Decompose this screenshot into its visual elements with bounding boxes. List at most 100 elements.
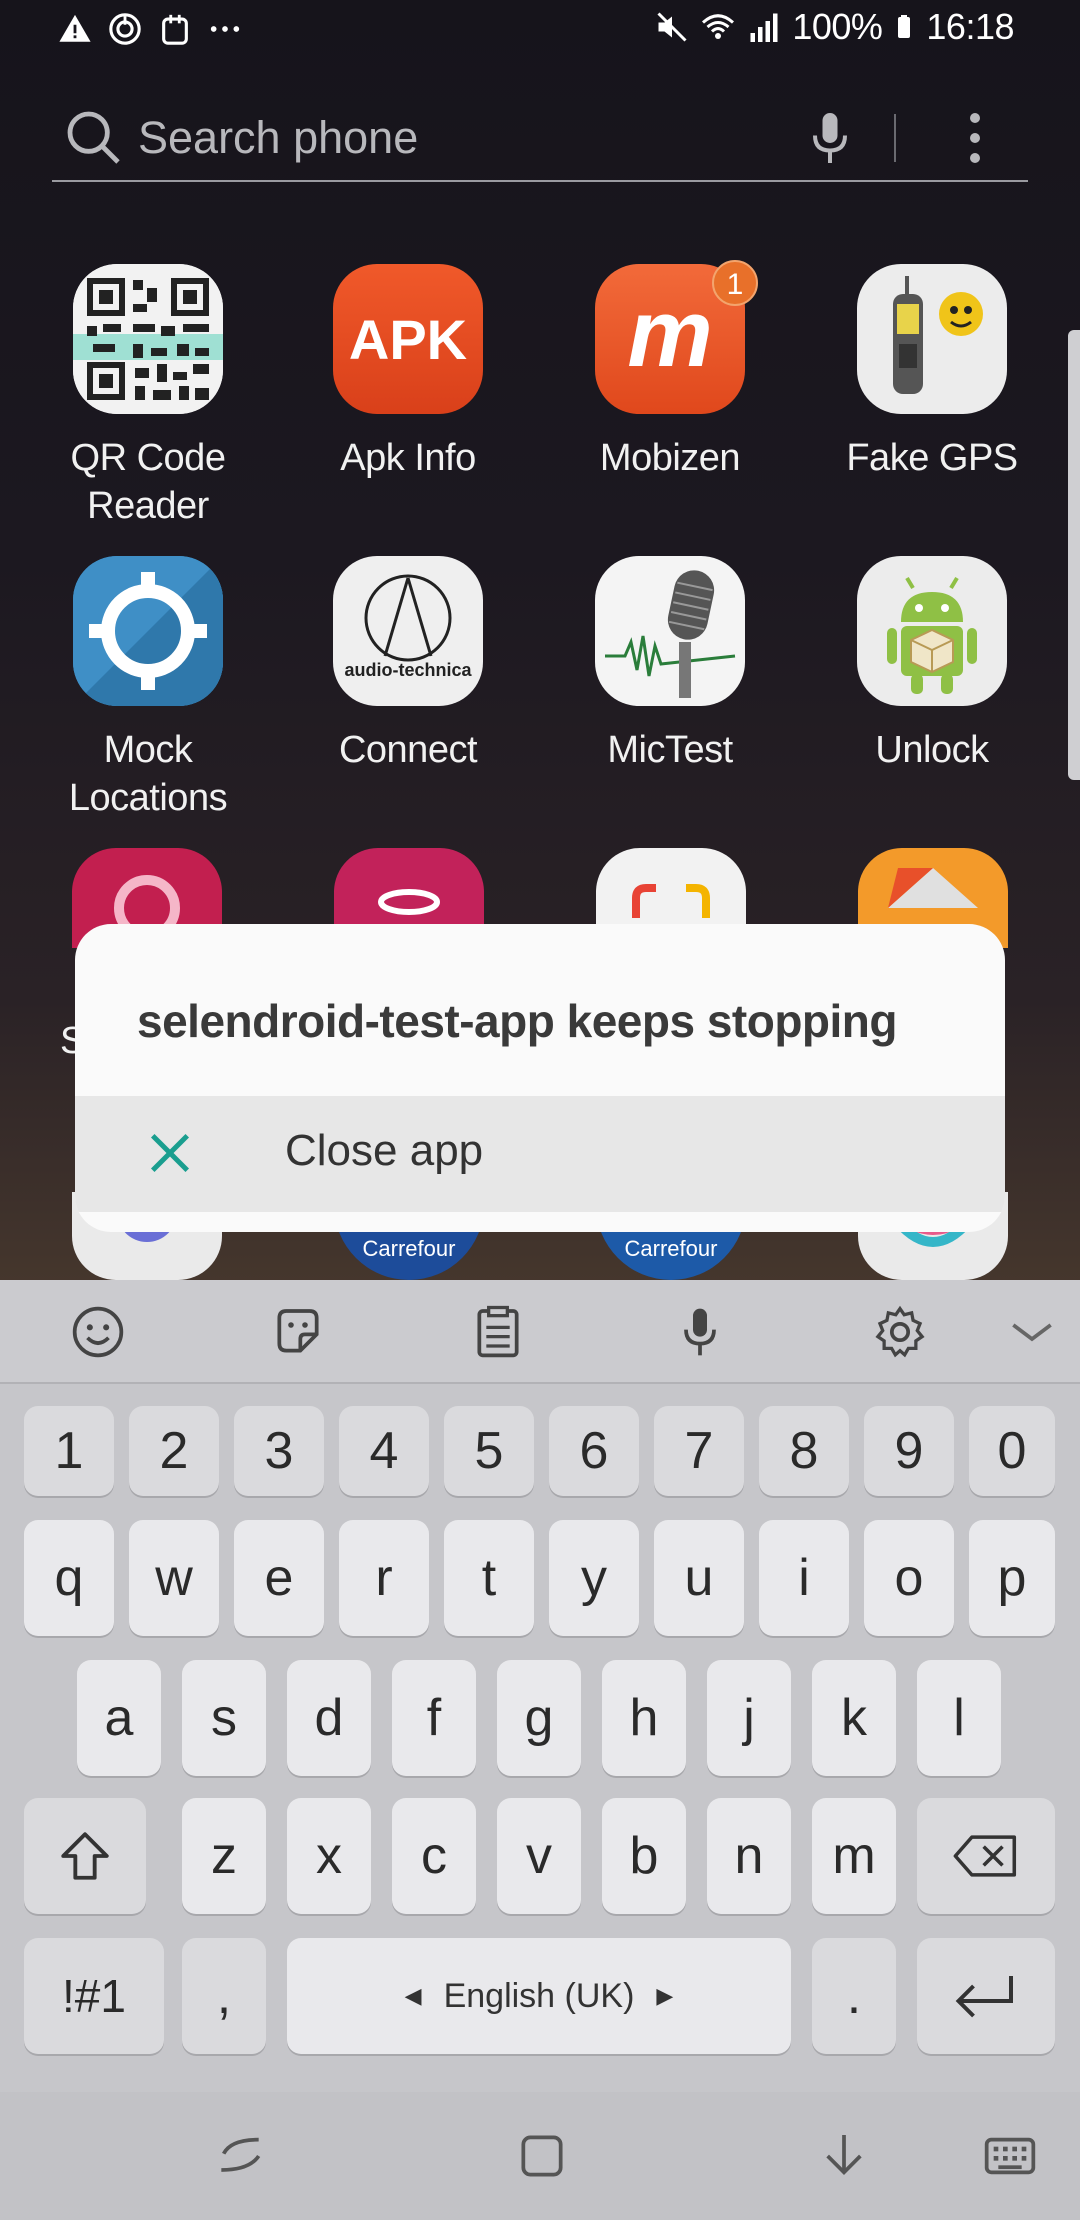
search-input[interactable]: [138, 106, 818, 170]
key-c[interactable]: c: [392, 1798, 476, 1914]
key-u[interactable]: u: [654, 1520, 744, 1636]
key-8[interactable]: 8: [759, 1406, 849, 1496]
key-x[interactable]: x: [287, 1798, 371, 1914]
period-key[interactable]: .: [812, 1938, 896, 2054]
keyboard: 1 2 3 4 5 6 7 8 9 0 q w e r t y u i o p …: [0, 1280, 1080, 2092]
key-4[interactable]: 4: [339, 1406, 429, 1496]
mute-icon: [657, 12, 687, 42]
navigation-bar: [0, 2092, 1080, 2220]
audio-technica-icon: audio-technica: [333, 556, 483, 706]
key-v[interactable]: v: [497, 1798, 581, 1914]
app-crash-dialog: selendroid-test-app keeps stopping Close…: [75, 924, 1005, 1232]
close-app-label: Close app: [285, 1126, 484, 1175]
search-divider: [894, 114, 896, 162]
key-q[interactable]: q: [24, 1520, 114, 1636]
app-unlock[interactable]: Unlock: [812, 556, 1052, 774]
key-0[interactable]: 0: [969, 1406, 1055, 1496]
app-mictest[interactable]: MicTest: [550, 556, 790, 774]
hide-keyboard-icon[interactable]: [816, 2128, 872, 2184]
home-icon[interactable]: [514, 2128, 570, 2184]
voice-input-icon[interactable]: [672, 1304, 728, 1360]
status-bar: 100% 16:18: [0, 0, 1080, 64]
space-key[interactable]: ◀ English (UK) ▶: [287, 1938, 791, 2054]
key-y[interactable]: y: [549, 1520, 639, 1636]
app-label: QR Code Reader: [70, 437, 226, 527]
app-fake-gps[interactable]: Fake GPS: [812, 264, 1052, 482]
clipboard-icon: [162, 14, 188, 45]
app-label: MicTest: [607, 729, 733, 771]
key-m[interactable]: m: [812, 1798, 896, 1914]
keyboard-switch-icon[interactable]: [982, 2128, 1038, 2184]
key-l[interactable]: l: [917, 1660, 1001, 1776]
scrollbar[interactable]: [1068, 330, 1080, 780]
key-2[interactable]: 2: [129, 1406, 219, 1496]
key-h[interactable]: h: [602, 1660, 686, 1776]
key-3[interactable]: 3: [234, 1406, 324, 1496]
keyboard-toolbar: [0, 1280, 1080, 1384]
comma-key[interactable]: ,: [182, 1938, 266, 2054]
symbols-key[interactable]: !#1: [24, 1938, 164, 2054]
key-a[interactable]: a: [77, 1660, 161, 1776]
key-5[interactable]: 5: [444, 1406, 534, 1496]
microphone-icon[interactable]: [800, 106, 860, 170]
key-9[interactable]: 9: [864, 1406, 954, 1496]
emoji-icon[interactable]: [70, 1304, 126, 1360]
key-1[interactable]: 1: [24, 1406, 114, 1496]
arrow-left-icon: ◀: [404, 1983, 422, 2008]
close-app-button[interactable]: Close app: [75, 1096, 1005, 1212]
settings-icon[interactable]: [872, 1304, 928, 1360]
enter-key[interactable]: [917, 1938, 1055, 2054]
clock: 16:18: [926, 6, 1014, 47]
search-bar[interactable]: [52, 100, 1028, 182]
key-b[interactable]: b: [602, 1798, 686, 1914]
crosshair-icon: [73, 556, 223, 706]
battery-percent: 100%: [792, 6, 883, 47]
wifi-icon: [702, 14, 735, 39]
shift-icon: [61, 1832, 109, 1880]
shift-key[interactable]: [24, 1798, 146, 1914]
key-z[interactable]: z: [182, 1798, 266, 1914]
app-label: Mock Locations: [68, 729, 228, 819]
key-j[interactable]: j: [707, 1660, 791, 1776]
app-connect[interactable]: audio-technica Connect: [288, 556, 528, 774]
app-qr-code-reader[interactable]: QR Code Reader: [28, 264, 268, 530]
key-7[interactable]: 7: [654, 1406, 744, 1496]
space-language-label: English (UK): [443, 1976, 635, 2015]
key-d[interactable]: d: [287, 1660, 371, 1776]
key-e[interactable]: e: [234, 1520, 324, 1636]
collapse-icon[interactable]: [1004, 1304, 1060, 1360]
key-6[interactable]: 6: [549, 1406, 639, 1496]
key-t[interactable]: t: [444, 1520, 534, 1636]
more-dots-icon: [210, 26, 240, 32]
back-icon[interactable]: [212, 2128, 268, 2184]
app-mobizen[interactable]: m 1 Mobizen: [550, 260, 790, 482]
sticker-icon[interactable]: [270, 1304, 326, 1360]
app-label: Connect: [338, 729, 478, 771]
app-label: Fake GPS: [846, 437, 1018, 479]
key-s[interactable]: s: [182, 1660, 266, 1776]
qr-code-icon: [73, 264, 223, 414]
apk-icon: APK: [333, 264, 483, 414]
key-r[interactable]: r: [339, 1520, 429, 1636]
key-o[interactable]: o: [864, 1520, 954, 1636]
key-g[interactable]: g: [497, 1660, 581, 1776]
key-k[interactable]: k: [812, 1660, 896, 1776]
battery-icon: [898, 15, 911, 38]
key-n[interactable]: n: [707, 1798, 791, 1914]
search-icon: [67, 111, 120, 164]
app-label: Mobizen: [599, 437, 741, 479]
app-mock-locations[interactable]: Mock Locations: [28, 556, 268, 822]
enter-icon: [955, 1976, 1013, 2018]
backspace-key[interactable]: [917, 1798, 1055, 1914]
key-i[interactable]: i: [759, 1520, 849, 1636]
key-w[interactable]: w: [129, 1520, 219, 1636]
dialog-title: selendroid-test-app keeps stopping: [137, 995, 898, 1047]
app-apk-info[interactable]: APK Apk Info: [288, 264, 528, 482]
carrefour-label: Carrefour: [362, 1236, 456, 1261]
warning-icon: [59, 14, 91, 42]
key-f[interactable]: f: [392, 1660, 476, 1776]
more-options-icon[interactable]: [960, 108, 990, 168]
key-p[interactable]: p: [969, 1520, 1055, 1636]
app-label: Unlock: [875, 729, 989, 771]
clipboard-icon[interactable]: [470, 1304, 526, 1360]
